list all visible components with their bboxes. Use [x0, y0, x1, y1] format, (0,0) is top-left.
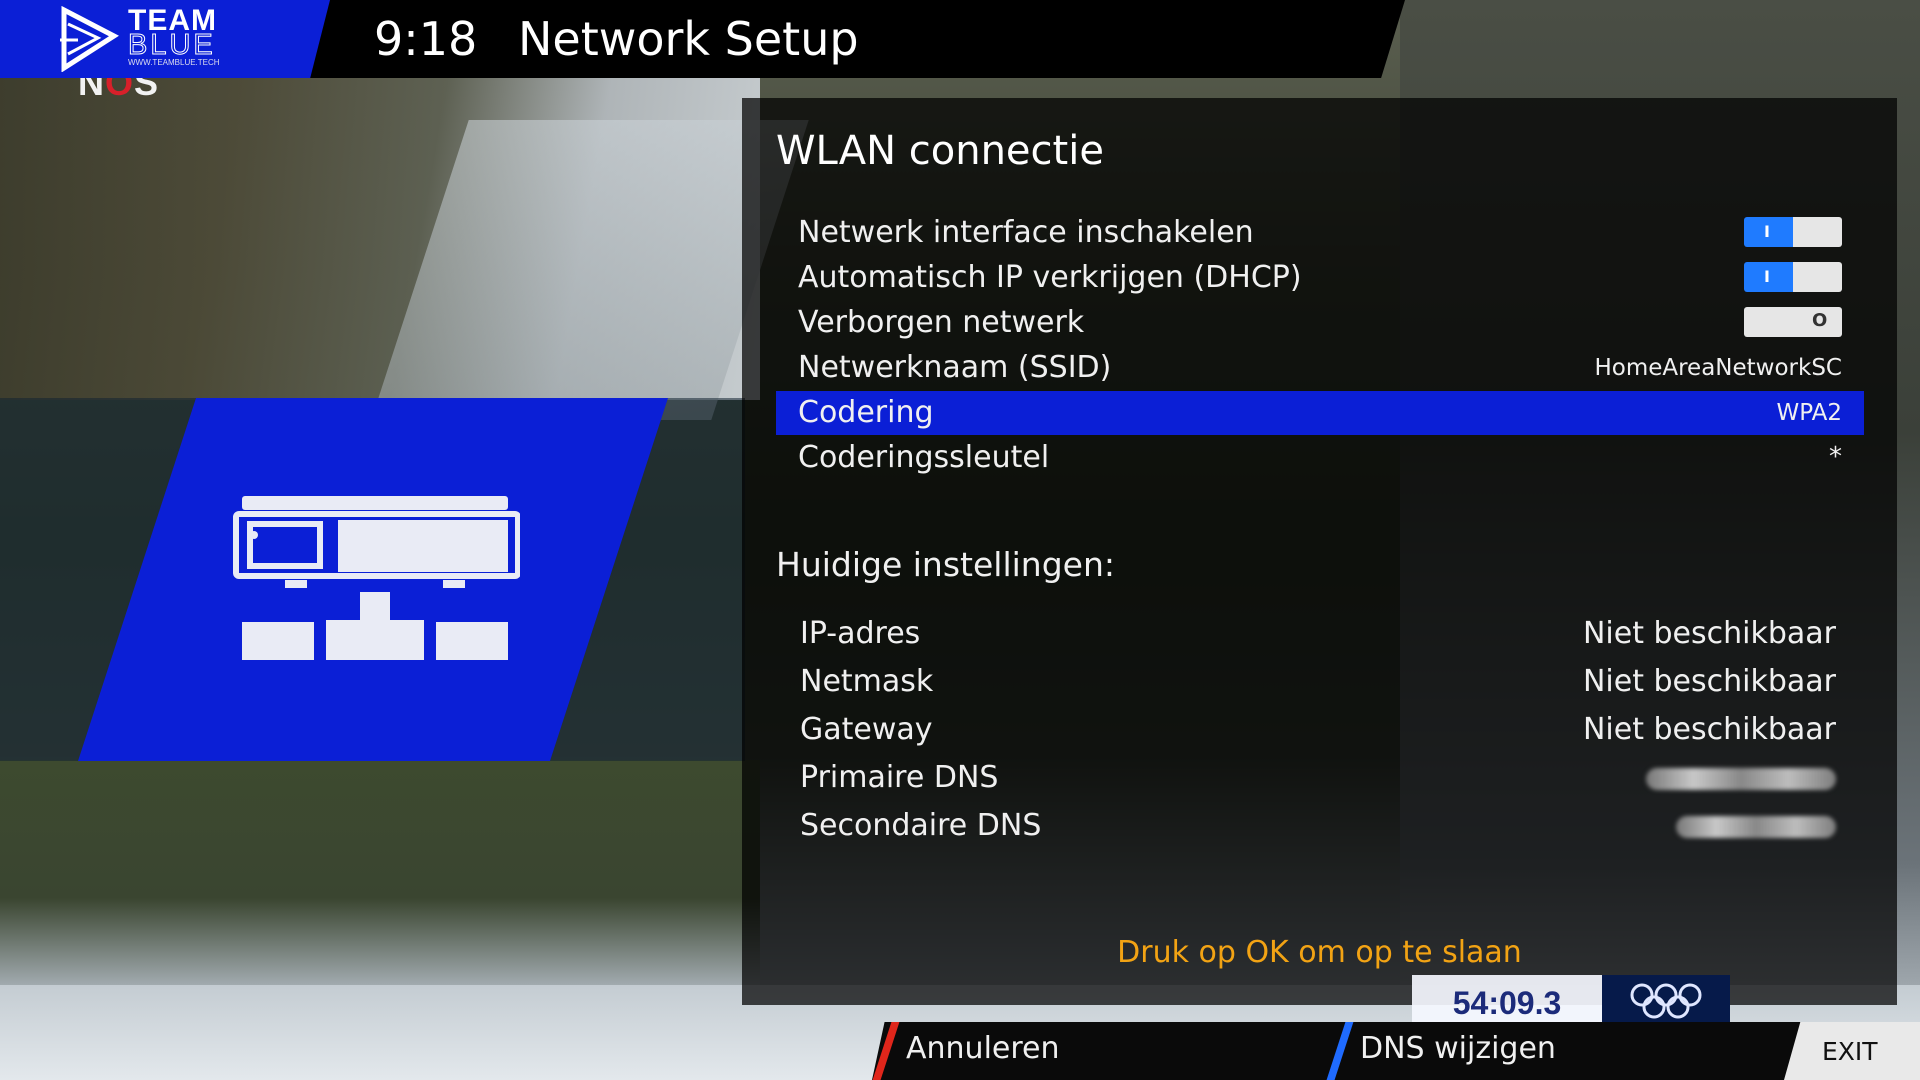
- setting-row-ssid[interactable]: Netwerknaam (SSID) HomeAreaNetworkSC: [776, 346, 1864, 390]
- brand-name: TEAM BLUE: [128, 4, 217, 61]
- info-row-netmask: Netmask Niet beschikbaar: [800, 664, 1836, 699]
- info-row-primary-dns: Primaire DNS: [800, 760, 1840, 804]
- setting-label: Netwerknaam (SSID): [798, 350, 1112, 385]
- change-dns-button[interactable]: DNS wijzigen: [1326, 1022, 1770, 1080]
- encryption-value: WPA2: [1776, 400, 1842, 426]
- primary-dns-redacted: [1646, 768, 1836, 790]
- setting-row-dhcp[interactable]: Automatisch IP verkrijgen (DHCP) I: [776, 256, 1864, 300]
- team-blue-logo-icon: [60, 6, 119, 72]
- setting-label: Coderingssleutel: [798, 440, 1050, 475]
- secondary-dns-redacted: [1676, 816, 1836, 838]
- brand-logo: TEAM BLUE WWW.TEAMBLUE.TECH: [0, 0, 330, 78]
- setting-label: Verborgen netwerk: [798, 305, 1085, 340]
- ip-value: Niet beschikbaar: [1582, 616, 1836, 651]
- olympic-rings-icon: [1630, 983, 1702, 1019]
- exit-button[interactable]: EXIT: [1784, 1022, 1920, 1080]
- background-trees-lower: [0, 760, 760, 990]
- page-title: Network Setup: [518, 12, 859, 66]
- setting-row-hidden-network[interactable]: Verborgen netwerk O: [776, 301, 1864, 345]
- cancel-button[interactable]: Annuleren: [872, 1022, 1316, 1080]
- dhcp-toggle[interactable]: I: [1744, 262, 1842, 292]
- interface-toggle[interactable]: I: [1744, 217, 1842, 247]
- encryption-key-value: *: [1829, 442, 1842, 472]
- race-timer-overlay: 54:09.3: [1412, 975, 1602, 1025]
- setting-row-interface[interactable]: Netwerk interface inschakelen I: [776, 211, 1864, 255]
- brand-url: WWW.TEAMBLUE.TECH: [128, 58, 220, 67]
- current-settings-title: Huidige instellingen:: [776, 545, 1115, 584]
- setting-label: Automatisch IP verkrijgen (DHCP): [798, 260, 1302, 295]
- hidden-network-toggle[interactable]: O: [1744, 307, 1842, 337]
- blue-key-indicator: [1326, 1022, 1354, 1080]
- setting-label: Netwerk interface inschakelen: [798, 215, 1254, 250]
- setting-row-encryption-key[interactable]: Coderingssleutel *: [776, 436, 1864, 480]
- save-hint: Druk op OK om op te slaan: [1117, 935, 1522, 970]
- clock: 9:18: [374, 12, 478, 66]
- setting-label: Codering: [798, 395, 934, 430]
- red-key-indicator: [872, 1022, 900, 1080]
- network-settings-icon: [233, 496, 520, 660]
- panel-title: WLAN connectie: [776, 128, 1104, 174]
- info-row-ip: IP-adres Niet beschikbaar: [800, 616, 1836, 651]
- netmask-value: Niet beschikbaar: [1582, 664, 1836, 699]
- gateway-value: Niet beschikbaar: [1582, 712, 1836, 747]
- setting-row-encryption[interactable]: Codering WPA2: [776, 391, 1864, 435]
- info-row-gateway: Gateway Niet beschikbaar: [800, 712, 1836, 747]
- ssid-value: HomeAreaNetworkSC: [1594, 355, 1842, 381]
- olympic-rings-box: [1602, 975, 1730, 1025]
- info-row-secondary-dns: Secondaire DNS: [800, 808, 1840, 852]
